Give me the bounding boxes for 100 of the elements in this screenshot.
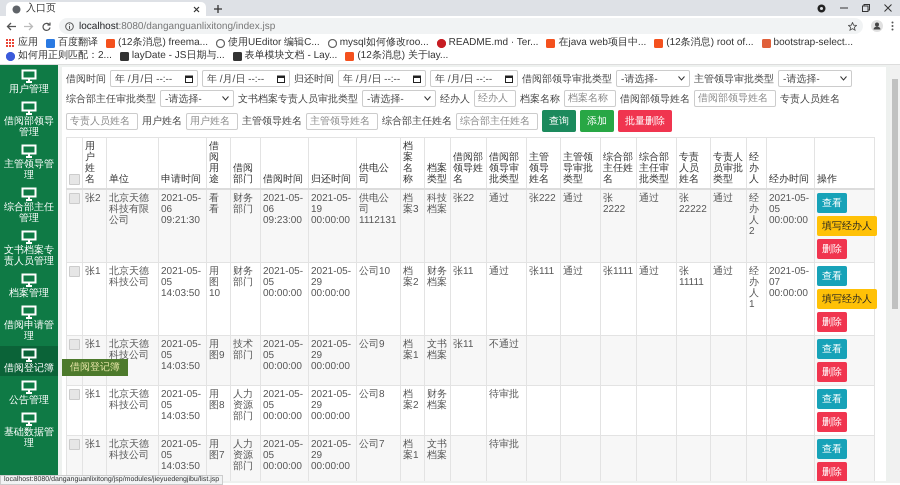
fill-button[interactable]: 填写经办人 bbox=[817, 289, 877, 309]
text-field[interactable]: 借阅部领导姓名 bbox=[694, 90, 776, 107]
close-icon[interactable] bbox=[884, 4, 892, 12]
profile-icon[interactable] bbox=[871, 20, 883, 32]
restore-icon[interactable] bbox=[862, 4, 870, 12]
search-button[interactable]: 查询 bbox=[542, 110, 576, 132]
text-field[interactable]: 专责人员姓名 bbox=[66, 112, 138, 130]
table-cell: 2021-05-05 00:00:00 bbox=[766, 189, 814, 262]
row-checkbox[interactable] bbox=[69, 389, 80, 400]
fill-button[interactable]: 填写经办人 bbox=[817, 216, 877, 236]
delete-button[interactable]: 删除 bbox=[817, 312, 847, 332]
delete-button[interactable]: 删除 bbox=[817, 362, 847, 382]
filter-label: 用户姓名 bbox=[142, 114, 182, 128]
more-icon[interactable] bbox=[891, 21, 894, 31]
browser-tab[interactable]: 入口页 bbox=[6, 2, 206, 16]
calendar-icon bbox=[413, 74, 421, 82]
bookmark[interactable]: (12条消息) freema... bbox=[106, 37, 208, 49]
date-field[interactable]: 年 /月/日 --:-- bbox=[430, 70, 518, 87]
delete-button[interactable]: 批量删除 bbox=[618, 110, 672, 132]
table-cell: 财务部门 bbox=[230, 189, 260, 262]
table-cell: 公司9 bbox=[356, 336, 400, 386]
sidebar-item[interactable]: 主管领导管理 bbox=[0, 142, 58, 183]
reload-icon[interactable] bbox=[42, 22, 51, 30]
bookmark[interactable]: 表单模块文档 - Lay... bbox=[232, 50, 338, 62]
select-field[interactable]: -请选择- bbox=[160, 90, 234, 107]
record-icon[interactable] bbox=[817, 4, 826, 12]
delete-button[interactable]: 删除 bbox=[817, 239, 847, 259]
table-cell: 北京天德科技有限公司 bbox=[106, 189, 158, 262]
apps-icon bbox=[6, 38, 15, 48]
bookmark[interactable]: README.md · Ter... bbox=[436, 37, 538, 49]
text-field[interactable]: 综合部主任姓名 bbox=[456, 112, 538, 130]
calendar-icon bbox=[277, 74, 285, 82]
date-field[interactable]: 年 /月/日 --:-- bbox=[110, 70, 198, 87]
sidebar-item[interactable]: 借阅申请管理 bbox=[0, 303, 58, 344]
select-all-checkbox[interactable] bbox=[69, 174, 80, 185]
caret-icon bbox=[222, 96, 229, 101]
bookmark[interactable]: 应用 bbox=[6, 37, 38, 49]
text-field[interactable]: 经办人 bbox=[474, 90, 516, 107]
select-field[interactable]: -请选择- bbox=[362, 90, 436, 107]
monitor-icon bbox=[21, 412, 37, 426]
sidebar-item[interactable]: 综合部主任管理 bbox=[0, 185, 58, 226]
text-field[interactable]: 主管领导姓名 bbox=[306, 112, 378, 130]
table-cell: 人力资源部门 bbox=[230, 436, 260, 481]
bookmark[interactable]: (12条消息) root of... bbox=[654, 37, 754, 49]
sidebar-item[interactable]: 基础数据管理 bbox=[0, 410, 58, 451]
filter-label: 主管领导姓名 bbox=[242, 114, 302, 128]
table-cell: 张2222 bbox=[600, 189, 636, 262]
site-icon bbox=[46, 38, 55, 48]
filter-label: 综合部主任姓名 bbox=[382, 114, 452, 128]
address-bar[interactable]: localhost:8080/danganguanlixitong/index.jsp bbox=[59, 18, 863, 34]
caret-icon bbox=[424, 96, 431, 101]
sidebar-item[interactable]: 用户管理 bbox=[0, 67, 58, 97]
sidebar-item[interactable]: 借阅部领导管理 bbox=[0, 99, 58, 140]
row-checkbox[interactable] bbox=[69, 439, 80, 450]
table-cell: 2021-05-06 09:21:30 bbox=[158, 189, 206, 262]
monitor-icon bbox=[21, 69, 37, 83]
filter-label: 归还时间 bbox=[294, 72, 334, 86]
text-field[interactable]: 用户姓名 bbox=[186, 112, 238, 130]
sidebar-item[interactable]: 档案管理 bbox=[0, 271, 58, 301]
sidebar-item[interactable]: 文书档案专责人员管理 bbox=[0, 228, 58, 269]
table-cell: 2021-05-05 00:00:00 bbox=[260, 336, 308, 386]
back-icon[interactable] bbox=[6, 22, 16, 30]
delete-button[interactable]: 删除 bbox=[817, 412, 847, 432]
table-cell: 技术部门 bbox=[230, 336, 260, 386]
bookmark[interactable]: 如何用正则匹配：2... bbox=[6, 50, 112, 62]
new-tab-icon[interactable] bbox=[214, 5, 222, 13]
table-cell: 不通过 bbox=[486, 336, 526, 386]
site-icon bbox=[546, 38, 556, 48]
delete-button[interactable]: 删除 bbox=[817, 462, 847, 481]
sidebar-item[interactable]: 公告管理 bbox=[0, 378, 58, 408]
date-field[interactable]: 年 /月/日 --:-- bbox=[202, 70, 290, 87]
tooltip: 借阅登记簿 bbox=[62, 359, 128, 376]
date-field[interactable]: 年 /月/日 --:-- bbox=[338, 70, 426, 87]
bookmark[interactable]: layDate - JS日期与... bbox=[120, 50, 225, 62]
sidebar-item[interactable]: 借阅登记簿 bbox=[0, 346, 58, 376]
select-field[interactable]: -请选择- bbox=[778, 70, 852, 87]
table-cell: 张11 bbox=[450, 336, 486, 386]
table-cell: 看看 bbox=[206, 189, 230, 262]
monitor-icon bbox=[21, 230, 37, 244]
table-cell: 张22 bbox=[450, 189, 486, 262]
row-checkbox[interactable] bbox=[69, 193, 80, 204]
bookmark[interactable]: mysql如何修改roo... bbox=[328, 37, 429, 49]
bookmark[interactable]: bootstrap-select... bbox=[762, 37, 854, 49]
minimize-icon[interactable] bbox=[840, 7, 848, 9]
scrollbar[interactable] bbox=[890, 65, 900, 483]
filter-label: 主管领导审批类型 bbox=[694, 72, 774, 86]
monitor-icon bbox=[21, 101, 37, 115]
bookmark[interactable]: 使用UEditor 编辑C... bbox=[216, 37, 320, 49]
bookmark[interactable]: 百度翻译 bbox=[46, 37, 98, 49]
row-checkbox[interactable] bbox=[69, 339, 80, 350]
close-icon[interactable] bbox=[193, 6, 200, 12]
select-field[interactable]: -请选择- bbox=[616, 70, 690, 87]
text-field[interactable]: 档案名称 bbox=[564, 90, 616, 107]
bookmark[interactable]: (12条消息) 关于lay... bbox=[345, 50, 448, 62]
star-icon[interactable] bbox=[848, 22, 857, 30]
row-checkbox[interactable] bbox=[69, 266, 80, 277]
table-cell: 文书档案 bbox=[424, 336, 450, 386]
calendar-icon bbox=[505, 74, 513, 82]
table-cell: 文书档案 bbox=[424, 436, 450, 481]
bookmark[interactable]: 在java web项目中... bbox=[546, 37, 646, 49]
